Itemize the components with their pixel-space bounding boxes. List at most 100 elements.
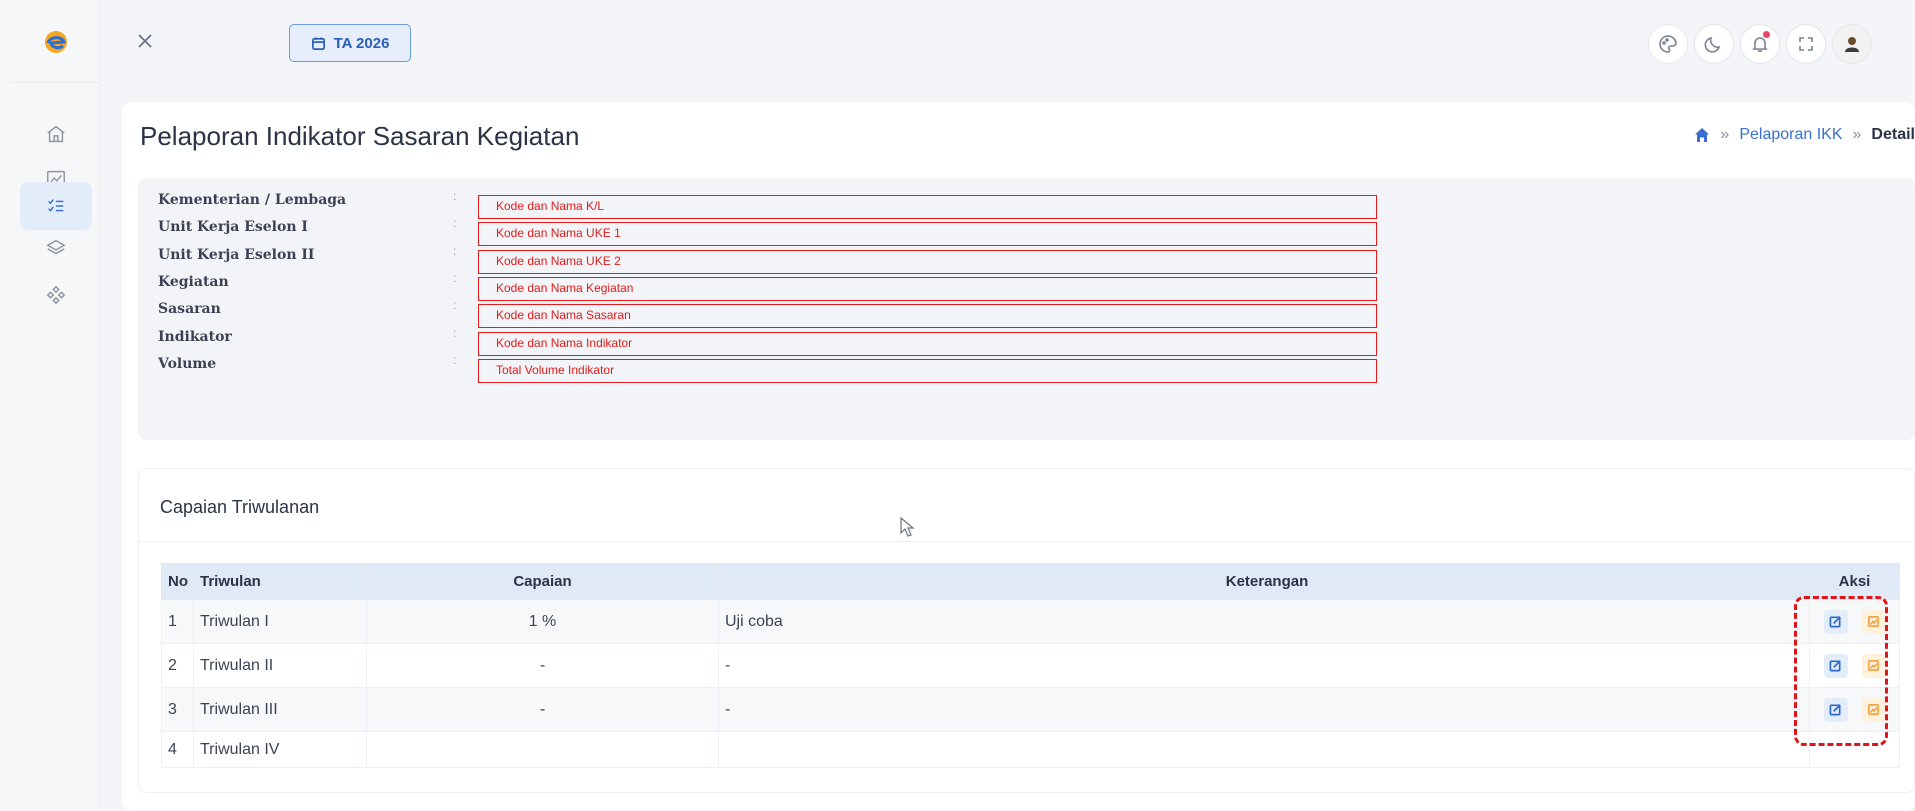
fullscreen-button[interactable] [1786,24,1826,64]
cell-triwulan: Triwulan II [193,643,367,688]
theme-palette-button[interactable] [1648,24,1688,64]
cell-triwulan: Triwulan I [193,599,367,644]
info-row-uke1: Unit Kerja Eselon I : Kode dan Nama UKE … [138,216,1915,246]
info-colon: : [453,189,457,203]
sidebar-item-layers[interactable] [20,224,92,272]
cell-capaian: - [366,643,719,688]
info-value-sasaran: Kode dan Nama Sasaran [478,304,1377,328]
notifications-button[interactable] [1740,24,1780,64]
moon-icon [1704,36,1721,53]
info-label: Indikator [158,329,232,345]
breadcrumb-link-pelaporan-ikk[interactable]: Pelaporan IKK [1739,126,1842,144]
cell-keterangan: - [718,643,1810,688]
edit-button[interactable] [1823,609,1848,634]
info-colon: : [453,326,457,340]
breadcrumb-separator: » [1720,126,1730,143]
layers-icon [46,239,66,255]
info-label: Sasaran [158,301,221,317]
cell-no: 4 [161,731,194,768]
home-icon [47,125,65,143]
section-title: Capaian Triwulanan [160,497,320,517]
main-content: Pelaporan Indikator Sasaran Kegiatan » P… [122,102,1915,811]
fiscal-year-label: TA 2026 [333,34,390,52]
edit-button[interactable] [1823,697,1848,722]
info-label: Volume [158,356,217,372]
cell-aksi [1809,643,1900,688]
info-row-indikator: Indikator : Kode dan Nama Indikator [138,326,1915,356]
report-icon [1868,660,1879,671]
user-avatar[interactable] [1832,24,1872,64]
report-button[interactable] [1861,653,1886,678]
table-row: 1 Triwulan I 1 % Uji coba [161,599,1900,644]
dark-mode-toggle[interactable] [1694,24,1734,64]
cell-aksi [1809,687,1900,732]
breadcrumb-separator: » [1852,126,1862,143]
col-header-capaian: Capaian [366,563,719,600]
col-header-keterangan: Keterangan [718,563,1810,600]
sidebar [0,0,100,811]
report-button[interactable] [1861,697,1886,722]
cell-aksi [1809,599,1900,644]
sidebar-item-home[interactable] [20,110,92,158]
cell-capaian [366,731,719,768]
table-header-row: No Triwulan Capaian Keterangan Aksi [161,563,1900,600]
info-row-volume: Volume : Total Volume Indikator [138,353,1915,383]
report-icon [1868,704,1879,715]
info-row-sasaran: Sasaran : Kode dan Nama Sasaran [138,298,1915,328]
info-row-kegiatan: Kegiatan : Kode dan Nama Kegiatan [138,271,1915,301]
cell-no: 2 [161,643,194,688]
edit-icon [1829,660,1841,672]
notification-dot [1763,31,1770,38]
checklist-icon [48,199,64,212]
info-colon: : [453,298,457,312]
sidebar-item-components[interactable] [20,271,92,319]
edit-button[interactable] [1823,653,1848,678]
info-row-kementerian: Kementerian / Lembaga : Kode dan Nama K/… [138,189,1915,219]
detail-info-panel: Kementerian / Lembaga : Kode dan Nama K/… [138,178,1915,440]
cell-capaian: - [366,687,719,732]
capaian-table: No Triwulan Capaian Keterangan Aksi 1 Tr… [161,563,1900,768]
section-divider [139,541,1914,542]
breadcrumb-home-icon[interactable] [1694,127,1710,143]
components-icon [46,285,66,305]
app-logo-icon[interactable] [44,30,68,54]
user-avatar-icon [1845,37,1859,52]
info-value-uke1: Kode dan Nama UKE 1 [478,222,1377,246]
cell-aksi [1809,731,1900,768]
info-value-volume: Total Volume Indikator [478,359,1377,383]
topbar: TA 2026 [100,0,1915,90]
info-label: Kegiatan [158,274,229,290]
info-colon: : [453,271,457,285]
cell-triwulan: Triwulan IV [193,731,367,768]
info-colon: : [453,244,457,258]
table-row: 2 Triwulan II - - [161,643,1900,688]
cell-keterangan: Uji coba [718,599,1810,644]
sidebar-item-reporting[interactable] [20,182,92,230]
info-colon: : [453,216,457,230]
table-row: 3 Triwulan III - - [161,687,1900,732]
info-row-uke2: Unit Kerja Eselon II : Kode dan Nama UKE… [138,244,1915,274]
report-icon [1868,616,1879,627]
col-header-triwulan: Triwulan [193,563,367,600]
info-colon: : [453,353,457,367]
cell-no: 3 [161,687,194,732]
close-icon[interactable] [134,30,156,52]
fiscal-year-button[interactable]: TA 2026 [289,24,411,62]
info-label: Unit Kerja Eselon II [158,247,315,263]
sidebar-divider [10,82,100,83]
page-title: Pelaporan Indikator Sasaran Kegiatan [140,121,580,151]
edit-icon [1829,704,1841,716]
info-label: Unit Kerja Eselon I [158,219,308,235]
col-header-no: No [161,563,194,600]
mouse-cursor-icon [900,517,915,537]
cell-keterangan: - [718,687,1810,732]
breadcrumb: » Pelaporan IKK » Detail [1694,126,1915,144]
info-label: Kementerian / Lembaga [158,192,347,208]
report-button[interactable] [1861,609,1886,634]
cell-triwulan: Triwulan III [193,687,367,732]
cell-no: 1 [161,599,194,644]
cell-keterangan [718,731,1810,768]
fullscreen-icon [1799,37,1813,51]
palette-icon [1659,35,1677,53]
breadcrumb-current: Detail [1871,126,1915,143]
